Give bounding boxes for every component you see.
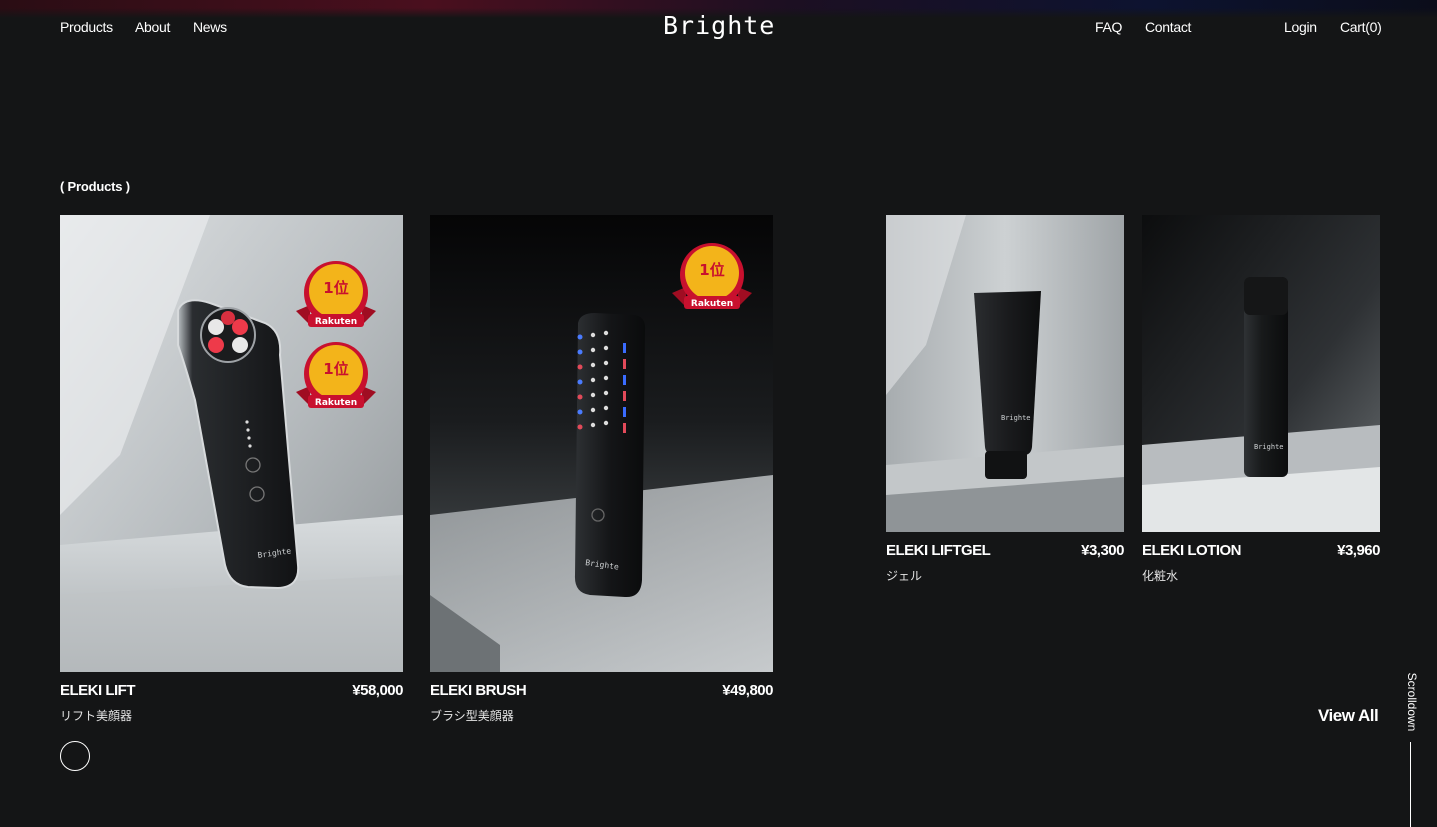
product-image-eleki-lotion[interactable]: Brighte xyxy=(1142,215,1380,532)
svg-text:1位: 1位 xyxy=(323,360,348,378)
svg-text:1位: 1位 xyxy=(323,279,348,297)
svg-text:Rakuten: Rakuten xyxy=(315,317,357,327)
scrolldown-line xyxy=(1410,742,1411,827)
product-image-eleki-liftgel[interactable]: Brighte xyxy=(886,215,1124,532)
product-subtitle-eleki-brush: ブラシ型美顔器 xyxy=(430,709,514,723)
rakuten-badge: 1位 Rakuten xyxy=(296,340,376,420)
eleki-lotion-photo: Brighte xyxy=(1142,215,1380,532)
product-subtitle-eleki-liftgel: ジェル xyxy=(886,569,923,583)
view-all-link[interactable]: View All xyxy=(1318,706,1379,726)
product-name-eleki-brush[interactable]: ELEKI BRUSH xyxy=(430,682,527,699)
nav-faq[interactable]: FAQ xyxy=(1095,19,1122,35)
product-name-eleki-lotion[interactable]: ELEKI LOTION xyxy=(1142,542,1242,559)
nav-login[interactable]: Login xyxy=(1284,19,1317,35)
product-name-eleki-lift[interactable]: ELEKI LIFT xyxy=(60,682,136,699)
nav-products[interactable]: Products xyxy=(60,19,113,35)
product-subtitle-eleki-lift: リフト美顔器 xyxy=(60,709,133,723)
svg-text:Rakuten: Rakuten xyxy=(691,299,733,309)
product-image-eleki-brush[interactable]: Brighte 1位 Rakuten xyxy=(430,215,773,672)
scrolldown-label: Scrolldown xyxy=(1405,672,1419,732)
rakuten-badge: 1位 Rakuten xyxy=(296,259,376,339)
product-price-eleki-lift: ¥58,000 xyxy=(352,682,403,699)
product-price-eleki-liftgel: ¥3,300 xyxy=(1081,542,1124,559)
nav-cart[interactable]: Cart(0) xyxy=(1340,19,1382,35)
nav-about[interactable]: About xyxy=(135,19,170,35)
brand-logo[interactable]: Brighte xyxy=(663,11,775,40)
svg-text:Brighte: Brighte xyxy=(1254,443,1284,451)
product-price-eleki-lotion: ¥3,960 xyxy=(1337,542,1380,559)
svg-text:Brighte: Brighte xyxy=(1001,414,1031,422)
nav-contact[interactable]: Contact xyxy=(1145,19,1191,35)
nav-news[interactable]: News xyxy=(193,19,227,35)
product-price-eleki-brush: ¥49,800 xyxy=(722,682,773,699)
product-image-eleki-lift[interactable]: Brighte 1位 Rakuten 1位 Rakuten xyxy=(60,215,403,672)
product-name-eleki-liftgel[interactable]: ELEKI LIFTGEL xyxy=(886,542,991,559)
svg-text:1位: 1位 xyxy=(699,261,724,279)
eleki-liftgel-photo: Brighte xyxy=(886,215,1124,532)
section-label-products: ( Products ) xyxy=(60,179,130,194)
carousel-cursor-button[interactable] xyxy=(60,741,90,771)
svg-text:Rakuten: Rakuten xyxy=(315,398,357,408)
rakuten-badge: 1位 Rakuten xyxy=(672,241,752,321)
product-subtitle-eleki-lotion: 化粧水 xyxy=(1142,569,1179,583)
